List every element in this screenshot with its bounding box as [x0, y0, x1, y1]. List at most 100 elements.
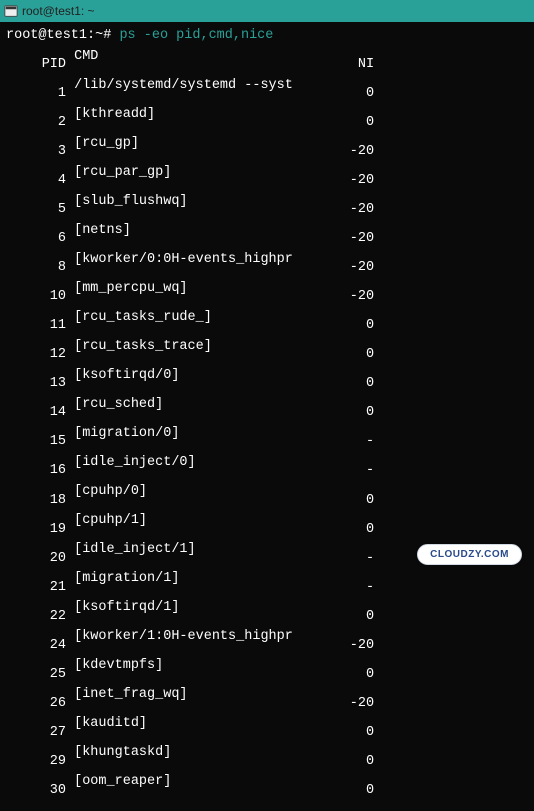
- pid-cell: 21: [6, 578, 66, 599]
- ps-row: 6 [netns]-20: [6, 221, 528, 250]
- pid-cell: 20: [6, 549, 66, 570]
- ps-row: 5 [slub_flushwq]-20: [6, 192, 528, 221]
- ps-row: 19 [cpuhp/1]0: [6, 511, 528, 540]
- pid-cell: 13: [6, 374, 66, 395]
- ps-row: 11 [rcu_tasks_rude_]0: [6, 308, 528, 337]
- cmd-cell: [mm_percpu_wq]: [74, 279, 334, 300]
- pid-cell: 29: [6, 752, 66, 773]
- pid-cell: 11: [6, 316, 66, 337]
- pid-cell: 12: [6, 345, 66, 366]
- header-pid: PID: [6, 55, 66, 76]
- ps-row: 14 [rcu_sched]0: [6, 395, 528, 424]
- nice-cell: -: [334, 549, 374, 570]
- cmd-cell: [migration/0]: [74, 424, 334, 445]
- ps-row: 1 /lib/systemd/systemd --syst0: [6, 76, 528, 105]
- nice-cell: 0: [334, 403, 374, 424]
- pid-cell: 18: [6, 491, 66, 512]
- ps-row: 18 [cpuhp/0]0: [6, 482, 528, 511]
- nice-cell: 0: [334, 520, 374, 541]
- cmd-cell: [cpuhp/0]: [74, 482, 334, 503]
- cmd-cell: [rcu_sched]: [74, 395, 334, 416]
- pid-cell: 16: [6, 461, 66, 482]
- nice-cell: 0: [334, 752, 374, 773]
- watermark-text: CLOUDZY.COM: [430, 549, 509, 560]
- ps-row: 8 [kworker/0:0H-events_highpr-20: [6, 250, 528, 279]
- cmd-cell: [ksoftirqd/1]: [74, 598, 334, 619]
- nice-cell: 0: [334, 84, 374, 105]
- window-titlebar[interactable]: root@test1: ~: [0, 0, 534, 22]
- ps-row: 21 [migration/1]-: [6, 569, 528, 598]
- pid-cell: 24: [6, 636, 66, 657]
- prompt-sep: #: [103, 28, 111, 43]
- pid-cell: 4: [6, 171, 66, 192]
- ps-row: 3 [rcu_gp]-20: [6, 134, 528, 163]
- terminal-output[interactable]: root@test1:~# ps -eo pid,cmd,nice PID CM…: [0, 22, 534, 811]
- ps-rows: 1 /lib/systemd/systemd --syst02 [kthread…: [6, 76, 528, 802]
- cmd-cell: [idle_inject/0]: [74, 453, 334, 474]
- terminal-icon: [4, 4, 18, 18]
- pid-cell: 26: [6, 694, 66, 715]
- ps-row: 12 [rcu_tasks_trace]0: [6, 337, 528, 366]
- nice-cell: 0: [334, 491, 374, 512]
- ps-row: 24 [kworker/1:0H-events_highpr-20: [6, 627, 528, 656]
- nice-cell: -20: [334, 200, 374, 221]
- nice-cell: 0: [334, 607, 374, 628]
- window-title: root@test1: ~: [22, 4, 95, 18]
- nice-cell: 0: [334, 781, 374, 802]
- cmd-cell: [migration/1]: [74, 569, 334, 590]
- nice-cell: -20: [334, 287, 374, 308]
- nice-cell: -20: [334, 171, 374, 192]
- ps-header: PID CMDNI: [6, 47, 528, 76]
- ps-row: 25 [kdevtmpfs]0: [6, 656, 528, 685]
- ps-row: 10 [mm_percpu_wq]-20: [6, 279, 528, 308]
- ps-row: 22 [ksoftirqd/1]0: [6, 598, 528, 627]
- pid-cell: 3: [6, 142, 66, 163]
- pid-cell: 10: [6, 287, 66, 308]
- watermark-badge: CLOUDZY.COM: [417, 544, 522, 565]
- nice-cell: 0: [334, 374, 374, 395]
- cmd-cell: [rcu_gp]: [74, 134, 334, 155]
- cmd-cell: [rcu_par_gp]: [74, 163, 334, 184]
- cmd-cell: [cpuhp/1]: [74, 511, 334, 532]
- pid-cell: 25: [6, 665, 66, 686]
- nice-cell: -20: [334, 258, 374, 279]
- nice-cell: -20: [334, 636, 374, 657]
- nice-cell: 0: [334, 723, 374, 744]
- ps-row: 29 [khungtaskd]0: [6, 743, 528, 772]
- cmd-cell: [oom_reaper]: [74, 772, 334, 793]
- pid-cell: 6: [6, 229, 66, 250]
- pid-cell: 2: [6, 113, 66, 134]
- nice-cell: -: [334, 578, 374, 599]
- pid-cell: 22: [6, 607, 66, 628]
- nice-cell: -: [334, 461, 374, 482]
- cmd-cell: [kworker/0:0H-events_highpr: [74, 250, 334, 271]
- nice-cell: -20: [334, 142, 374, 163]
- nice-cell: 0: [334, 113, 374, 134]
- cmd-cell: [ksoftirqd/0]: [74, 366, 334, 387]
- cmd-cell: /lib/systemd/systemd --syst: [74, 76, 334, 97]
- ps-row: 13 [ksoftirqd/0]0: [6, 366, 528, 395]
- nice-cell: -20: [334, 229, 374, 250]
- cmd-cell: [inet_frag_wq]: [74, 685, 334, 706]
- ps-row: 16 [idle_inject/0]-: [6, 453, 528, 482]
- nice-cell: 0: [334, 345, 374, 366]
- cmd-cell: [kauditd]: [74, 714, 334, 735]
- pid-cell: 19: [6, 520, 66, 541]
- pid-cell: 1: [6, 84, 66, 105]
- command-text: ps -eo pid,cmd,nice: [119, 28, 273, 43]
- nice-cell: -20: [334, 694, 374, 715]
- prompt-user-host: root@test1:: [6, 28, 95, 43]
- cmd-cell: [rcu_tasks_trace]: [74, 337, 334, 358]
- nice-cell: 0: [334, 316, 374, 337]
- pid-cell: 8: [6, 258, 66, 279]
- ps-row: 30 [oom_reaper]0: [6, 772, 528, 801]
- cmd-cell: [kworker/1:0H-events_highpr: [74, 627, 334, 648]
- cmd-cell: [slub_flushwq]: [74, 192, 334, 213]
- cmd-cell: [khungtaskd]: [74, 743, 334, 764]
- cmd-cell: [kthreadd]: [74, 105, 334, 126]
- ps-row: 26 [inet_frag_wq]-20: [6, 685, 528, 714]
- pid-cell: 27: [6, 723, 66, 744]
- ps-row: 27 [kauditd]0: [6, 714, 528, 743]
- nice-cell: -: [334, 432, 374, 453]
- cmd-cell: [rcu_tasks_rude_]: [74, 308, 334, 329]
